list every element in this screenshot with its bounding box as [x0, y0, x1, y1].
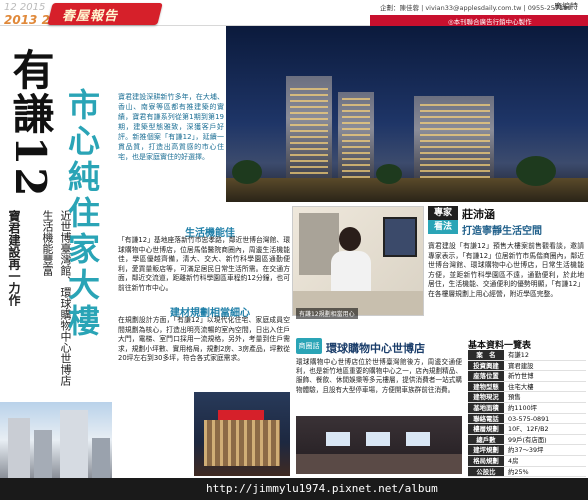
- photo-caption: 有謙12規劃相當用心: [296, 308, 358, 319]
- info-key: 樓層規劃: [468, 424, 504, 434]
- info-row: 投資興建 寶君建設: [468, 360, 586, 372]
- info-row: 公設比 約25%: [468, 466, 586, 478]
- info-row: 建物型態 住宅大樓: [468, 381, 586, 393]
- expert-name: 莊沛涵: [462, 208, 495, 221]
- intro-paragraph: 寶君建設深耕新竹多年，在大埔、香山、南寮等區都有推建築的實績，寶君有謙系列從第1…: [118, 93, 224, 161]
- info-key: 公設比: [468, 466, 504, 477]
- info-key: 格局規劃: [468, 455, 504, 466]
- commercial-title: 環球購物中心世博店: [326, 342, 425, 355]
- info-key: 建坪規劃: [468, 445, 504, 455]
- expert-tag: 專家: [428, 206, 458, 220]
- watermark-url: http://jimmylu1974.pixnet.net/album: [206, 482, 438, 495]
- info-row: 座落位置 新竹世博: [468, 371, 586, 382]
- info-value: 約25%: [508, 467, 529, 476]
- screen: [406, 432, 430, 446]
- issue-date: 12 2015: [4, 2, 46, 13]
- info-row: 建坪規劃 約37～39坪: [468, 445, 586, 456]
- info-value: 新竹世博: [508, 372, 534, 381]
- person-head: [339, 227, 361, 251]
- expert-subtitle: 打造寧靜生活空間: [462, 226, 542, 237]
- info-key: 總戶數: [468, 434, 504, 445]
- tree: [516, 156, 556, 186]
- tower-mid-lights: [342, 98, 370, 178]
- hero-building-photo: [226, 26, 588, 202]
- info-key: 聯絡電話: [468, 413, 504, 424]
- interior-photo: [296, 416, 462, 474]
- info-row: 格局規劃 4房: [468, 455, 586, 467]
- tree: [232, 160, 262, 184]
- building: [8, 418, 30, 478]
- info-key: 建物現況: [468, 392, 504, 402]
- monitor: [383, 217, 417, 257]
- mall-photo: [194, 392, 290, 476]
- info-value: 約37～39坪: [508, 446, 544, 455]
- info-key: 案 名: [468, 350, 504, 360]
- sub-note: ◎本刊聯合廣告行銷中心製作: [448, 18, 532, 26]
- info-key: 座落位置: [468, 371, 504, 381]
- building: [92, 438, 110, 478]
- counter: [296, 454, 462, 474]
- info-row: 建物現況 預售: [468, 392, 586, 403]
- info-row: 總戶數 99戶(有店面): [468, 434, 586, 446]
- info-value: 住宅大樓: [508, 382, 534, 391]
- advertorial-label: 廣編特: [554, 2, 578, 11]
- commercial-badge: 商圈話: [296, 338, 322, 354]
- info-key: 基地面積: [468, 402, 504, 413]
- info-row: 聯絡電話 03-575-0891: [468, 413, 586, 425]
- tree: [376, 164, 402, 184]
- info-value: 約1100坪: [508, 403, 538, 412]
- mall-sign: [218, 410, 264, 420]
- expert-body: 寶君建設「有謙12」預售大樓案前售觀看談，邀請專家表示，「有謙12」位居新竹市馬…: [428, 242, 584, 298]
- contact-line: 企劃：陳佳蓉 | vivian33@applesdaily.com.tw | 0…: [380, 4, 572, 12]
- info-value: 99戶(有店面): [508, 435, 547, 444]
- info-row: 樓層規劃 10F、12F/B2: [468, 424, 586, 435]
- section-badge: 春屋報告: [62, 9, 119, 24]
- info-value: 寶君建設: [508, 361, 534, 370]
- city-photo: [0, 402, 112, 478]
- building: [60, 410, 88, 478]
- info-row: 案 名有謙12: [468, 350, 586, 361]
- tower-right-lights: [420, 104, 490, 178]
- main-headline: 有謙12: [6, 48, 55, 199]
- tagline-developer: 寶君建設再一力作: [7, 210, 21, 306]
- info-value: 4房: [508, 456, 519, 465]
- screen: [326, 432, 350, 446]
- building: [34, 430, 52, 478]
- screen: [366, 432, 390, 446]
- commercial-body: 環球購物中心世博店位於世博臺灣館後方，周邊交通便利，也是新竹地區重要的購物中心之…: [296, 358, 462, 394]
- section-body-living: 「有謙12」基地座落新竹市忠孝路，鄰近世博台灣館、環球購物中心世博店，位居馬偕醫…: [118, 236, 290, 292]
- info-value: 10F、12F/B2: [508, 425, 549, 434]
- info-value: 有謙12: [508, 351, 529, 359]
- info-key: 投資興建: [468, 360, 504, 371]
- info-key: 建物型態: [468, 381, 504, 392]
- tower-left-lights: [290, 84, 328, 174]
- info-row: 基地面積 約1100坪: [468, 402, 586, 414]
- tagline-living: 生活機能豐富: [41, 210, 54, 276]
- mall-lights: [204, 420, 280, 466]
- section-body-planning: 在規劃設計方面，「有謙12」以現代化住宅、家庭成員空間規劃為核心，打造出明亮流暢…: [118, 316, 290, 363]
- info-value: 預售: [508, 393, 521, 402]
- info-table: 案 名有謙12 投資興建 寶君建設 座落位置 新竹世博 建物型態 住宅大樓 建物現況預…: [468, 350, 586, 478]
- expert-photo: [292, 206, 424, 316]
- info-value: 03-575-0891: [508, 414, 550, 423]
- center-headline: 市心純住家大樓: [63, 88, 101, 340]
- opinion-tag: 看法: [428, 220, 458, 234]
